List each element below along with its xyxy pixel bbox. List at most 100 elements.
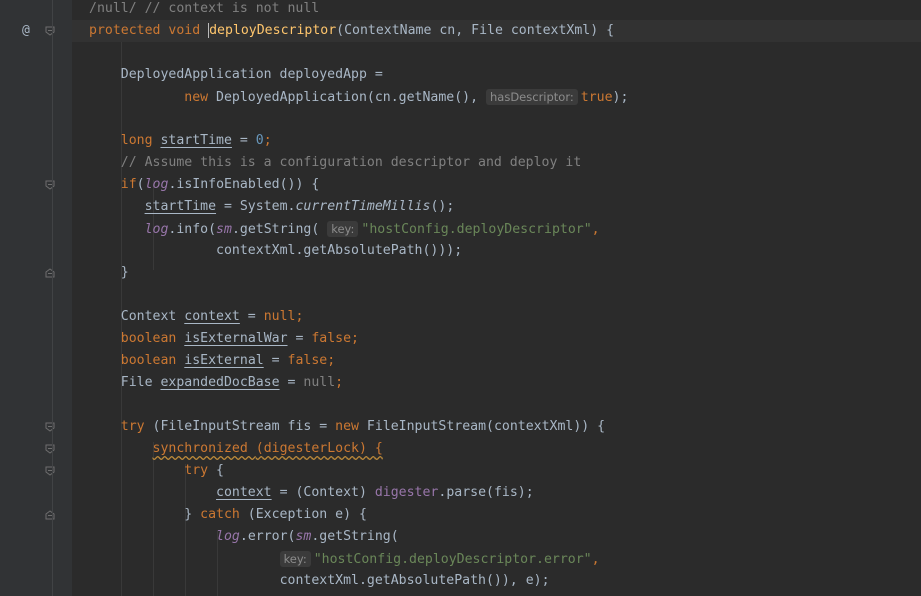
code-token: =	[231, 133, 256, 148]
code-token: = System.	[216, 199, 296, 214]
code-text: boolean isExternalWar = false;	[89, 328, 359, 350]
override-annotation-icon[interactable]: @	[22, 20, 36, 42]
code-line[interactable]: new DeployedApplication(cn.getName(), ha…	[72, 86, 921, 108]
code-line[interactable]	[72, 108, 921, 130]
code-line[interactable]: contextXml.getAbsolutePath()));	[72, 240, 921, 262]
code-token: try	[184, 463, 217, 478]
code-token: (digesterLock) {	[255, 441, 383, 456]
code-line[interactable]: } catch (Exception e) {	[72, 504, 921, 526]
code-line[interactable]: log.error(sm.getString(	[72, 526, 921, 548]
code-line[interactable]	[72, 284, 921, 306]
code-line[interactable]: synchronized (digesterLock) {	[72, 438, 921, 460]
code-editor[interactable]: /null/ // context is not null protected v…	[72, 0, 921, 596]
code-token: new	[335, 419, 367, 434]
code-token: 0	[255, 133, 264, 148]
code-token: new	[184, 90, 217, 105]
code-token: "hostConfig.deployDescriptor.error"	[313, 552, 592, 567]
code-token: .isInfoEnabled()) {	[168, 177, 320, 192]
code-text: log.error(sm.getString(	[89, 526, 399, 548]
code-token: ,	[591, 222, 600, 237]
code-line[interactable]	[72, 42, 921, 64]
code-line[interactable]: startTime = System.currentTimeMillis();	[72, 196, 921, 218]
code-token: try	[120, 419, 153, 434]
code-token: null	[303, 375, 336, 390]
fold-open-icon[interactable]	[45, 26, 55, 36]
code-token: sm	[295, 529, 312, 544]
code-token: deployDescriptor	[208, 23, 337, 38]
code-line[interactable]: File expandedDocBase = null;	[72, 372, 921, 394]
code-line[interactable]: try (FileInputStream fis = new FileInput…	[72, 416, 921, 438]
code-token: );	[612, 90, 629, 105]
code-line[interactable]: protected void deployDescriptor(ContextN…	[72, 20, 921, 42]
fold-close-icon[interactable]	[45, 268, 55, 278]
code-token: (Exception e) {	[247, 507, 367, 522]
code-line[interactable]: context = (Context) digester.parse(fis);	[72, 482, 921, 504]
code-text: Context context = null;	[89, 306, 304, 328]
code-token: startTime	[144, 199, 217, 214]
code-text: File expandedDocBase = null;	[89, 372, 343, 394]
code-text: }	[89, 262, 129, 284]
code-token: ;	[263, 133, 272, 148]
code-token: expandedDocBase	[160, 375, 280, 390]
code-token: isExternal	[184, 353, 264, 368]
code-token: false;	[287, 353, 336, 368]
code-token: File	[89, 375, 161, 390]
fold-open-icon[interactable]	[45, 444, 55, 454]
code-text: log.info(sm.getString( key: "hostConfig.d…	[89, 218, 600, 241]
code-line[interactable]: // Assume this is a configuration descri…	[72, 152, 921, 174]
code-token: }	[89, 507, 201, 522]
code-token: false;	[311, 331, 359, 346]
code-line[interactable]: DeployedApplication deployedApp =	[72, 64, 921, 86]
code-line[interactable]: key: "hostConfig.deployDescriptor.error",	[72, 548, 921, 570]
code-text: } catch (Exception e) {	[89, 504, 367, 526]
code-text: try {	[89, 460, 224, 482]
fold-open-icon[interactable]	[45, 422, 55, 432]
code-token: DeployedApplication deployedApp =	[89, 67, 383, 82]
code-token: (FileInputStream fis =	[152, 419, 336, 434]
parameter-hint: key:	[279, 551, 311, 567]
code-token: // Assume this is a configuration descri…	[120, 155, 582, 170]
code-token: synchronized	[152, 441, 256, 456]
code-token: contextXml.getAbsolutePath()));	[216, 243, 463, 258]
code-line[interactable]: /null/ // context is not null	[72, 0, 921, 20]
code-token: "hostConfig.deployDescriptor"	[361, 222, 592, 237]
code-token: =	[279, 375, 304, 390]
code-token: ;	[335, 375, 344, 390]
code-token: =	[263, 353, 288, 368]
code-token: /null/ // context is not null	[89, 1, 320, 16]
code-token: catch	[200, 507, 248, 522]
code-text: startTime = System.currentTimeMillis();	[89, 196, 455, 218]
code-line[interactable]: contextXml.getAbsolutePath()), e);	[72, 570, 921, 592]
code-line[interactable]: boolean isExternal = false;	[72, 350, 921, 372]
code-token: boolean	[120, 331, 185, 346]
code-token: long	[120, 133, 161, 148]
code-text: contextXml.getAbsolutePath()));	[89, 240, 462, 262]
fold-open-icon[interactable]	[45, 466, 55, 476]
code-line[interactable]: try {	[72, 460, 921, 482]
code-line[interactable]: Context context = null;	[72, 306, 921, 328]
code-text: synchronized (digesterLock) {	[89, 438, 383, 460]
editor-gutter[interactable]: @	[0, 0, 72, 596]
code-line[interactable]: }	[72, 262, 921, 284]
code-token: log	[144, 222, 169, 237]
code-token: protected	[89, 23, 169, 38]
code-text: long startTime = 0;	[89, 130, 272, 152]
parameter-hint: hasDescriptor:	[486, 89, 578, 105]
fold-open-icon[interactable]	[45, 180, 55, 190]
code-line[interactable]: log.info(sm.getString( key: "hostConfig.d…	[72, 218, 921, 240]
code-token: .getString(	[311, 529, 399, 544]
fold-close-icon[interactable]	[45, 510, 55, 520]
code-line[interactable]: long startTime = 0;	[72, 130, 921, 152]
code-text: new DeployedApplication(cn.getName(), ha…	[89, 86, 628, 109]
code-line[interactable]	[72, 394, 921, 416]
code-line[interactable]: boolean isExternalWar = false;	[72, 328, 921, 350]
code-line[interactable]: if(log.isInfoEnabled()) {	[72, 174, 921, 196]
code-token: contextXml.getAbsolutePath()), e);	[279, 573, 550, 588]
